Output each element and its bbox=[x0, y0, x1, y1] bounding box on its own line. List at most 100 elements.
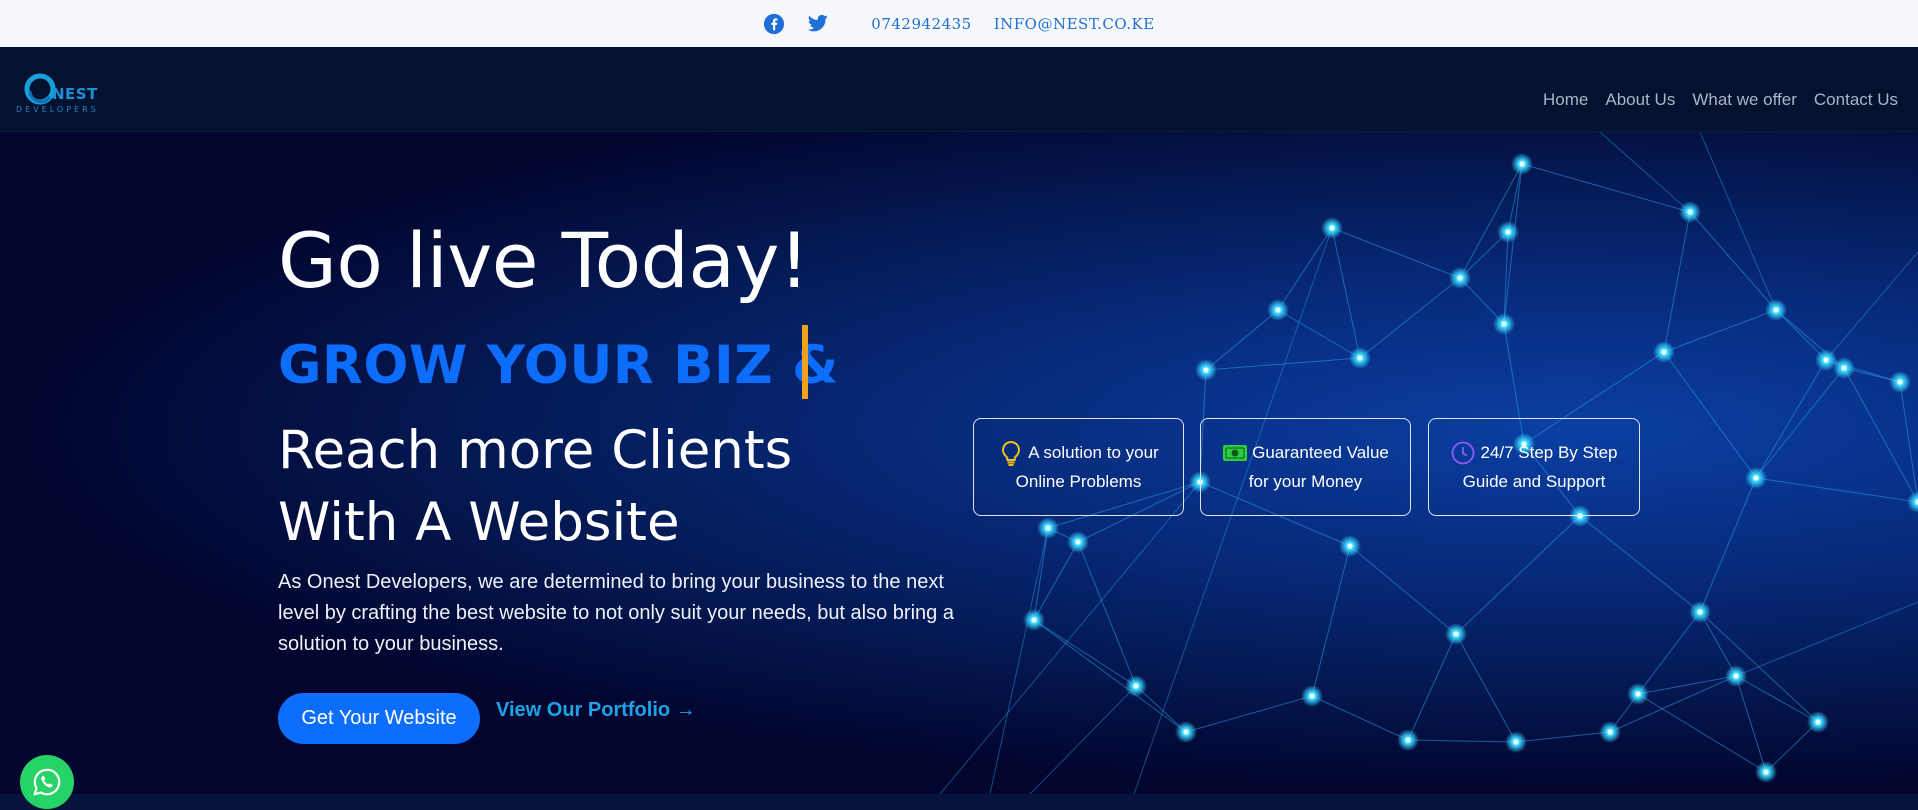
hero-bottom-strip bbox=[0, 794, 1918, 810]
network-line bbox=[1455, 633, 1517, 743]
nav-link-contact-us[interactable]: Contact Us bbox=[1814, 90, 1898, 110]
network-line bbox=[1029, 685, 1137, 794]
network-line bbox=[1521, 163, 1691, 213]
network-node bbox=[1687, 209, 1693, 215]
network-line bbox=[1699, 611, 1737, 677]
network-node bbox=[1183, 729, 1189, 735]
logo-text: NEST bbox=[52, 85, 98, 103]
twitter-icon[interactable] bbox=[807, 13, 829, 35]
network-line bbox=[1689, 211, 1777, 311]
network-line bbox=[1407, 633, 1457, 741]
network-node bbox=[1203, 367, 1209, 373]
hero-subtitle: Reach more Clients With A Website bbox=[278, 415, 792, 559]
site-logo[interactable]: NEST DEVELOPERS bbox=[14, 71, 114, 115]
feature-card-line1: A solution to your bbox=[1028, 443, 1159, 462]
feature-card-solution: A solution to your Online Problems bbox=[973, 418, 1184, 516]
network-line bbox=[1459, 163, 1523, 279]
network-node bbox=[1841, 365, 1847, 371]
network-node bbox=[1823, 357, 1829, 363]
network-line bbox=[1515, 731, 1611, 743]
feature-card-line1: Guaranteed Value bbox=[1252, 443, 1389, 462]
feature-card-support: 24/7 Step By Step Guide and Support bbox=[1428, 418, 1640, 516]
network-node bbox=[1357, 355, 1363, 361]
network-node bbox=[1075, 539, 1081, 545]
facebook-icon[interactable] bbox=[763, 13, 785, 35]
network-line bbox=[1359, 277, 1461, 359]
network-line bbox=[1699, 132, 1777, 311]
feature-card-line1: 24/7 Step By Step bbox=[1480, 443, 1618, 462]
phone-number[interactable]: 0742942435 bbox=[871, 15, 971, 33]
hero-title: Go live Today! bbox=[278, 216, 809, 305]
nav-link-home[interactable]: Home bbox=[1543, 90, 1588, 110]
network-line bbox=[1699, 477, 1757, 613]
get-your-website-button[interactable]: Get Your Website bbox=[278, 693, 480, 744]
network-line bbox=[1599, 132, 1691, 213]
network-line bbox=[1637, 611, 1701, 695]
network-line bbox=[1033, 619, 1137, 687]
network-node bbox=[1733, 673, 1739, 679]
network-line bbox=[1825, 251, 1918, 361]
network-node bbox=[1697, 609, 1703, 615]
network-node bbox=[1607, 729, 1613, 735]
network-line bbox=[1455, 515, 1581, 635]
network-node bbox=[1753, 475, 1759, 481]
network-node bbox=[1031, 617, 1037, 623]
feature-card-line2: Online Problems bbox=[1015, 472, 1142, 491]
network-line bbox=[1311, 695, 1409, 741]
network-line bbox=[1755, 367, 1845, 479]
network-node bbox=[1501, 321, 1507, 327]
network-line bbox=[1735, 601, 1918, 677]
network-line bbox=[1185, 695, 1313, 733]
network-line bbox=[1033, 527, 1049, 621]
network-node bbox=[1275, 307, 1281, 313]
feature-card-line2: for your Money bbox=[1248, 472, 1363, 491]
network-line bbox=[1579, 515, 1701, 613]
hero-description: As Onest Developers, we are determined t… bbox=[278, 571, 954, 655]
network-line bbox=[1755, 359, 1827, 479]
network-line bbox=[1503, 163, 1523, 325]
network-node bbox=[1815, 719, 1821, 725]
logo-subtext: DEVELOPERS bbox=[16, 105, 99, 114]
network-line bbox=[1033, 541, 1079, 621]
hero-typed-text: GROW YOUR BIZ & bbox=[278, 335, 839, 396]
email-address[interactable]: INFO@NEST.CO.KE bbox=[994, 15, 1155, 33]
network-line bbox=[1349, 545, 1457, 635]
network-line bbox=[1205, 309, 1279, 371]
network-line bbox=[1331, 227, 1361, 359]
network-node bbox=[1661, 349, 1667, 355]
network-line bbox=[1077, 541, 1137, 687]
network-node bbox=[1329, 225, 1335, 231]
typing-caret bbox=[802, 325, 808, 399]
network-node bbox=[1505, 229, 1511, 235]
feature-card-value: Guaranteed Value for your Money bbox=[1200, 418, 1411, 516]
nav-link-what-we-offer[interactable]: What we offer bbox=[1692, 90, 1797, 110]
lightbulb-icon bbox=[998, 440, 1024, 466]
network-line bbox=[1663, 351, 1757, 479]
network-line bbox=[1277, 227, 1333, 311]
network-line bbox=[1663, 211, 1691, 353]
network-line bbox=[1311, 545, 1351, 697]
network-line bbox=[1755, 477, 1918, 503]
network-node bbox=[1635, 691, 1641, 697]
nav-menu: Home About Us What we offer Contact Us bbox=[1543, 90, 1898, 110]
network-node bbox=[1045, 525, 1051, 531]
hero-subtitle-line2: With A Website bbox=[278, 492, 680, 553]
network-node bbox=[1897, 379, 1903, 385]
view-portfolio-link[interactable]: View Our Portfolio → bbox=[496, 699, 696, 722]
clock-icon bbox=[1450, 440, 1476, 466]
whatsapp-icon[interactable] bbox=[20, 755, 74, 809]
network-node bbox=[1457, 275, 1463, 281]
network-node bbox=[1405, 737, 1411, 743]
cash-icon bbox=[1222, 440, 1248, 466]
network-node bbox=[1347, 543, 1353, 549]
network-node bbox=[1513, 739, 1519, 745]
network-node bbox=[1519, 161, 1525, 167]
network-node bbox=[1453, 631, 1459, 637]
main-navbar: NEST DEVELOPERS Home About Us What we of… bbox=[0, 47, 1918, 132]
contact-bar: 0742942435 INFO@NEST.CO.KE bbox=[0, 0, 1918, 47]
network-node bbox=[1763, 769, 1769, 775]
network-line bbox=[1609, 675, 1737, 733]
nav-link-about-us[interactable]: About Us bbox=[1605, 90, 1675, 110]
network-line bbox=[1663, 309, 1777, 353]
network-line bbox=[1277, 309, 1361, 359]
